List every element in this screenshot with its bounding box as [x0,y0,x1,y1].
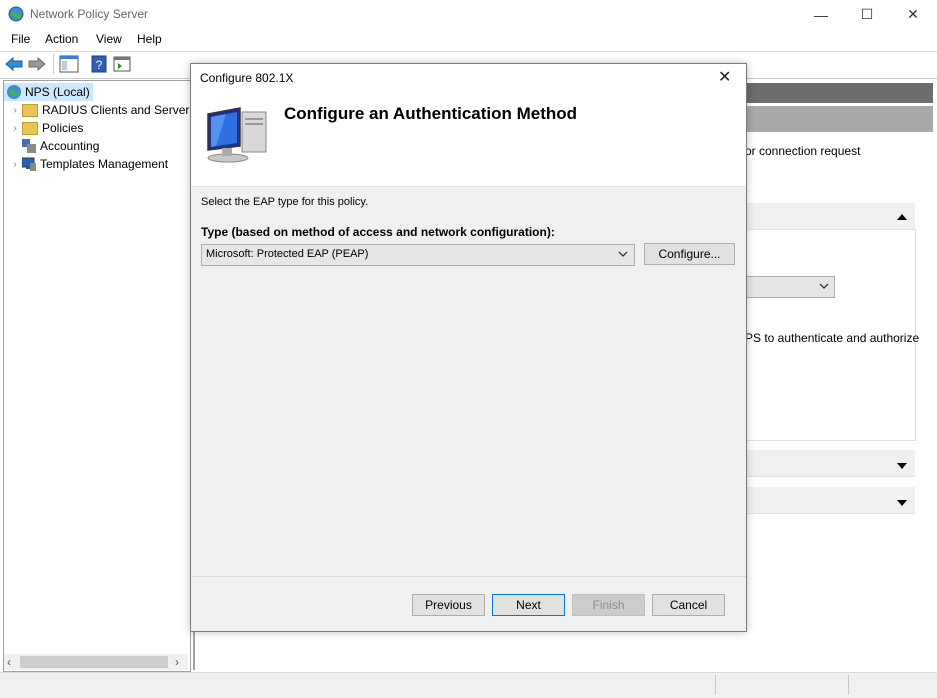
footer-divider [191,576,746,577]
templates-icon [22,157,36,171]
pane-subheader-bar [745,106,933,132]
folder-icon [22,103,38,117]
status-bar [0,672,937,698]
action-pane-icon[interactable] [113,55,131,76]
dialog-header: Configure 802.1X ✕ Configure an Authenti… [191,64,746,186]
expand-chevron-icon[interactable]: › [8,159,22,170]
tree-item-templates[interactable]: › Templates Management [8,155,168,173]
menu-help[interactable]: Help [137,32,162,46]
menu-bar: File Action View Help [0,29,937,50]
collapsible-section-header[interactable] [745,203,915,230]
background-text: PS to authenticate and authorize [745,331,920,345]
scroll-left-icon[interactable]: ‹ [7,655,11,669]
expand-down-icon[interactable] [897,496,907,510]
collapsible-section-header[interactable] [745,487,915,514]
status-divider [848,675,849,695]
finish-button: Finish [572,594,645,616]
status-divider [715,675,716,695]
scroll-right-icon[interactable]: › [175,655,179,669]
expand-chevron-icon[interactable]: › [8,105,22,116]
tree-item-radius-clients[interactable]: › RADIUS Clients and Servers [8,101,195,119]
close-button[interactable]: ✕ [890,0,936,29]
tree-item-label: RADIUS Clients and Servers [42,103,196,117]
instruction-text: Select the EAP type for this policy. [201,196,369,208]
tree-item-accounting[interactable]: Accounting [8,137,99,155]
show-hide-tree-icon[interactable] [59,55,79,76]
toolbar-separator [53,54,54,74]
window-title: Network Policy Server [30,7,149,21]
configure-button[interactable]: Configure... [644,243,735,265]
accounting-icon [22,139,36,153]
tree-item-label: Accounting [40,139,100,153]
previous-button[interactable]: Previous [412,594,485,616]
title-bar: Network Policy Server — ☐ ✕ [0,0,937,29]
console-tree: NPS (Local) › RADIUS Clients and Servers… [3,80,195,672]
menu-action[interactable]: Action [45,32,78,46]
tree-item-policies[interactable]: › Policies [8,119,83,137]
cancel-button[interactable]: Cancel [652,594,725,616]
background-text: or connection request [745,144,861,158]
next-button[interactable]: Next [492,594,565,616]
forward-arrow-icon[interactable] [28,56,46,75]
dialog-heading: Configure an Authentication Method [284,104,578,123]
expand-down-icon[interactable] [897,459,907,473]
svg-text:?: ? [96,58,103,72]
tree-item-label: Templates Management [40,157,169,171]
menu-view[interactable]: View [96,32,122,46]
dialog-title: Configure 802.1X [200,71,294,85]
pane-header-bar [745,83,933,103]
eap-type-dropdown[interactable]: Microsoft: Protected EAP (PEAP) [201,244,635,266]
background-dropdown[interactable] [745,276,835,298]
chevron-down-icon [618,247,628,264]
eap-type-value: Microsoft: Protected EAP (PEAP) [206,248,369,260]
back-arrow-icon[interactable] [5,56,23,75]
maximize-button[interactable]: ☐ [844,0,890,29]
computer-monitor-icon [204,106,268,167]
nps-globe-icon [8,6,24,25]
tree-item-label: NPS (Local) [25,85,90,99]
nps-globe-icon [6,84,22,100]
tree-item-nps-local[interactable]: NPS (Local) [4,83,93,101]
tree-item-label: Policies [42,121,84,135]
help-icon[interactable]: ? [91,55,107,76]
dialog-close-button[interactable]: ✕ [718,67,731,87]
minimize-button[interactable]: — [798,0,844,29]
header-divider [191,186,746,187]
folder-icon [22,121,38,135]
configure-8021x-dialog: Configure 802.1X ✕ Configure an Authenti… [190,63,747,632]
collapse-up-icon[interactable] [897,210,907,224]
expand-chevron-icon[interactable]: › [8,123,22,134]
eap-type-label: Type (based on method of access and netw… [201,225,555,239]
scrollbar-thumb[interactable] [20,656,168,668]
collapsible-section-header[interactable] [745,450,915,477]
chevron-down-icon [819,280,829,294]
menu-file[interactable]: File [11,32,30,46]
